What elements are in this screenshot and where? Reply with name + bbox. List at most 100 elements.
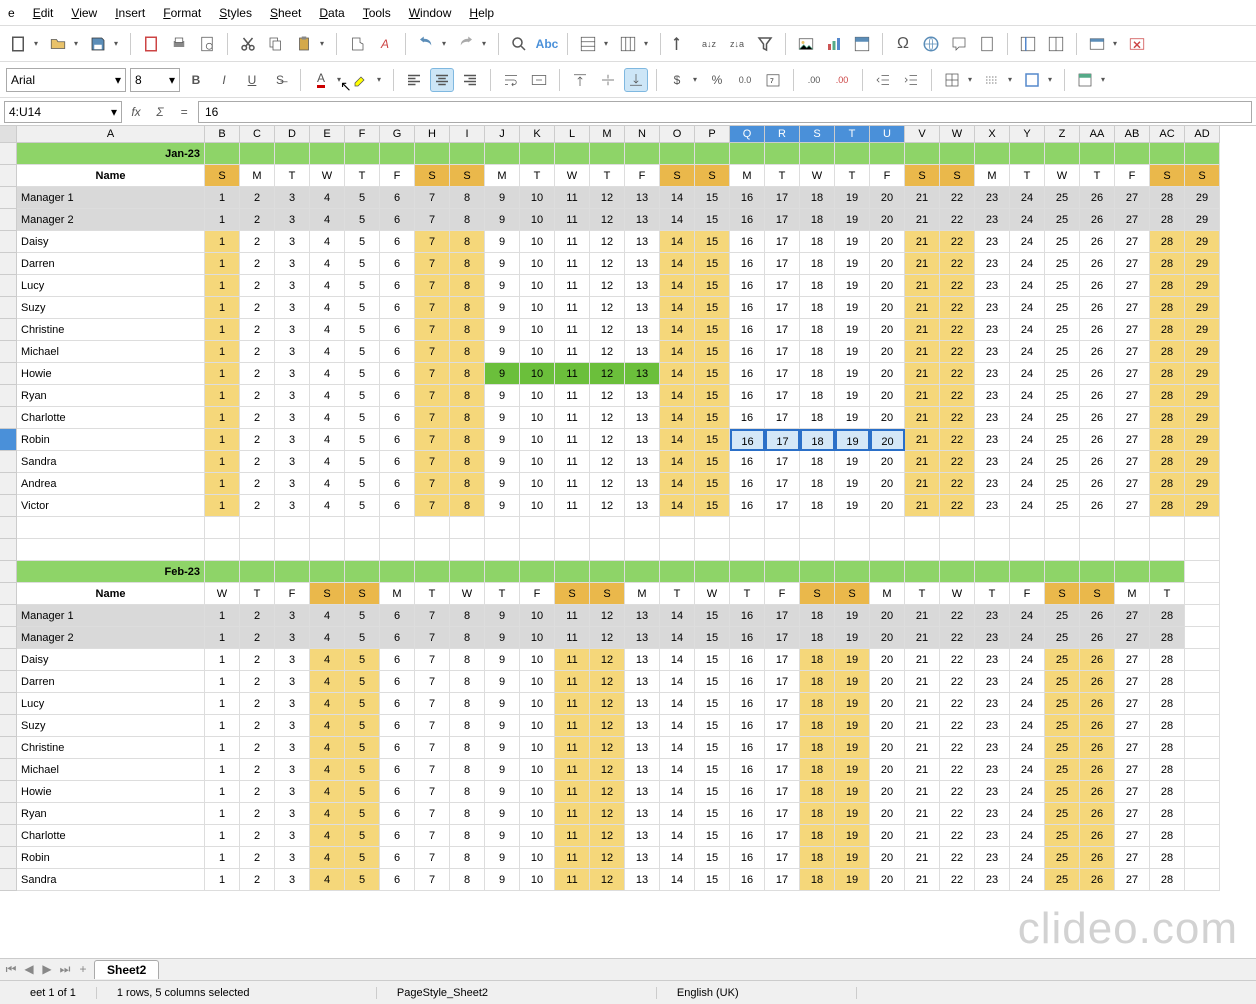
data-cell[interactable]: 3 [275, 429, 310, 451]
data-cell[interactable]: 9 [485, 847, 520, 869]
data-cell[interactable]: 21 [905, 847, 940, 869]
cut-icon[interactable] [236, 32, 260, 56]
column-header[interactable]: AA [1080, 126, 1115, 143]
data-cell[interactable]: 23 [975, 495, 1010, 517]
data-cell[interactable]: 4 [310, 385, 345, 407]
data-cell[interactable]: 23 [975, 363, 1010, 385]
row-header[interactable] [0, 385, 17, 407]
data-cell[interactable]: 21 [905, 869, 940, 891]
data-cell[interactable]: 3 [275, 451, 310, 473]
data-cell[interactable]: 3 [275, 231, 310, 253]
data-cell[interactable]: 15 [695, 385, 730, 407]
data-cell[interactable]: 12 [590, 187, 625, 209]
data-cell[interactable]: 7 [415, 869, 450, 891]
data-cell[interactable]: 20 [870, 319, 905, 341]
data-cell[interactable]: 28 [1150, 363, 1185, 385]
data-cell[interactable]: 25 [1045, 825, 1080, 847]
sum-icon[interactable]: Σ [150, 102, 170, 122]
data-cell[interactable]: 4 [310, 627, 345, 649]
cell-reference-box[interactable]: 4:U14▾ [4, 101, 122, 123]
empty-cell[interactable] [1045, 539, 1080, 561]
data-cell[interactable]: 2 [240, 473, 275, 495]
data-cell[interactable]: 12 [590, 737, 625, 759]
data-cell[interactable]: 23 [975, 341, 1010, 363]
data-cell[interactable]: 1 [205, 407, 240, 429]
data-cell[interactable]: 6 [380, 407, 415, 429]
data-cell[interactable]: 16 [730, 781, 765, 803]
data-cell[interactable]: 3 [275, 407, 310, 429]
empty-cell[interactable] [1185, 517, 1220, 539]
data-cell[interactable]: 25 [1045, 275, 1080, 297]
row-header[interactable] [0, 649, 17, 671]
data-cell[interactable]: 8 [450, 275, 485, 297]
data-cell[interactable]: 22 [940, 803, 975, 825]
data-cell[interactable]: 1 [205, 781, 240, 803]
data-cell[interactable]: 13 [625, 495, 660, 517]
data-cell[interactable]: 16 [730, 385, 765, 407]
data-cell[interactable]: 29 [1185, 297, 1220, 319]
empty-cell[interactable] [310, 539, 345, 561]
data-cell[interactable]: 11 [555, 253, 590, 275]
data-cell[interactable]: 29 [1185, 407, 1220, 429]
data-cell[interactable]: 29 [1185, 209, 1220, 231]
data-cell[interactable]: 6 [380, 319, 415, 341]
empty-cell[interactable] [870, 517, 905, 539]
data-cell[interactable]: 12 [590, 253, 625, 275]
row-header[interactable] [0, 363, 17, 385]
data-cell[interactable]: 29 [1185, 187, 1220, 209]
data-cell[interactable]: 6 [380, 363, 415, 385]
data-cell[interactable]: 25 [1045, 297, 1080, 319]
data-cell[interactable]: 1 [205, 869, 240, 891]
data-cell[interactable]: 28 [1150, 737, 1185, 759]
data-cell[interactable]: 2 [240, 275, 275, 297]
data-cell[interactable]: 4 [310, 737, 345, 759]
data-cell[interactable]: 20 [870, 187, 905, 209]
data-cell[interactable]: 20 [870, 781, 905, 803]
data-cell[interactable]: 24 [1010, 451, 1045, 473]
data-cell[interactable]: 23 [975, 737, 1010, 759]
data-cell[interactable]: 1 [205, 319, 240, 341]
empty-cell[interactable] [1115, 517, 1150, 539]
data-cell[interactable]: 20 [870, 451, 905, 473]
data-cell[interactable]: 24 [1010, 869, 1045, 891]
empty-cell[interactable] [345, 517, 380, 539]
empty-cell[interactable] [450, 517, 485, 539]
data-cell[interactable]: 7 [415, 649, 450, 671]
data-cell[interactable]: 11 [555, 385, 590, 407]
data-cell[interactable]: 1 [205, 649, 240, 671]
data-cell[interactable]: 26 [1080, 847, 1115, 869]
data-cell[interactable]: 9 [485, 209, 520, 231]
data-cell[interactable]: 10 [520, 671, 555, 693]
data-cell[interactable]: 8 [450, 231, 485, 253]
data-cell[interactable]: 24 [1010, 209, 1045, 231]
data-cell[interactable]: 9 [485, 451, 520, 473]
data-cell[interactable]: 10 [520, 253, 555, 275]
column-header[interactable]: AD [1185, 126, 1220, 143]
find-icon[interactable] [507, 32, 531, 56]
data-cell[interactable]: 27 [1115, 407, 1150, 429]
data-cell[interactable]: 14 [660, 825, 695, 847]
data-cell[interactable]: 14 [660, 627, 695, 649]
data-cell[interactable]: 2 [240, 627, 275, 649]
data-cell[interactable]: 21 [905, 231, 940, 253]
data-cell[interactable]: 28 [1150, 803, 1185, 825]
data-cell[interactable]: 20 [870, 495, 905, 517]
data-cell[interactable]: 9 [485, 473, 520, 495]
data-cell[interactable]: 3 [275, 847, 310, 869]
autofilter-icon[interactable] [753, 32, 777, 56]
data-cell[interactable]: 4 [310, 473, 345, 495]
data-cell[interactable]: 2 [240, 363, 275, 385]
data-cell[interactable]: 11 [555, 803, 590, 825]
data-cell[interactable]: 14 [660, 363, 695, 385]
data-cell[interactable]: 28 [1150, 429, 1185, 451]
empty-cell[interactable] [520, 517, 555, 539]
data-cell[interactable]: 28 [1150, 385, 1185, 407]
row-header[interactable] [0, 319, 17, 341]
data-cell[interactable]: 2 [240, 495, 275, 517]
data-cell[interactable]: 14 [660, 759, 695, 781]
data-cell[interactable]: 27 [1115, 495, 1150, 517]
empty-cell[interactable] [905, 539, 940, 561]
data-cell[interactable]: 27 [1115, 363, 1150, 385]
data-cell[interactable]: 15 [695, 495, 730, 517]
data-cell[interactable]: 20 [870, 429, 905, 451]
